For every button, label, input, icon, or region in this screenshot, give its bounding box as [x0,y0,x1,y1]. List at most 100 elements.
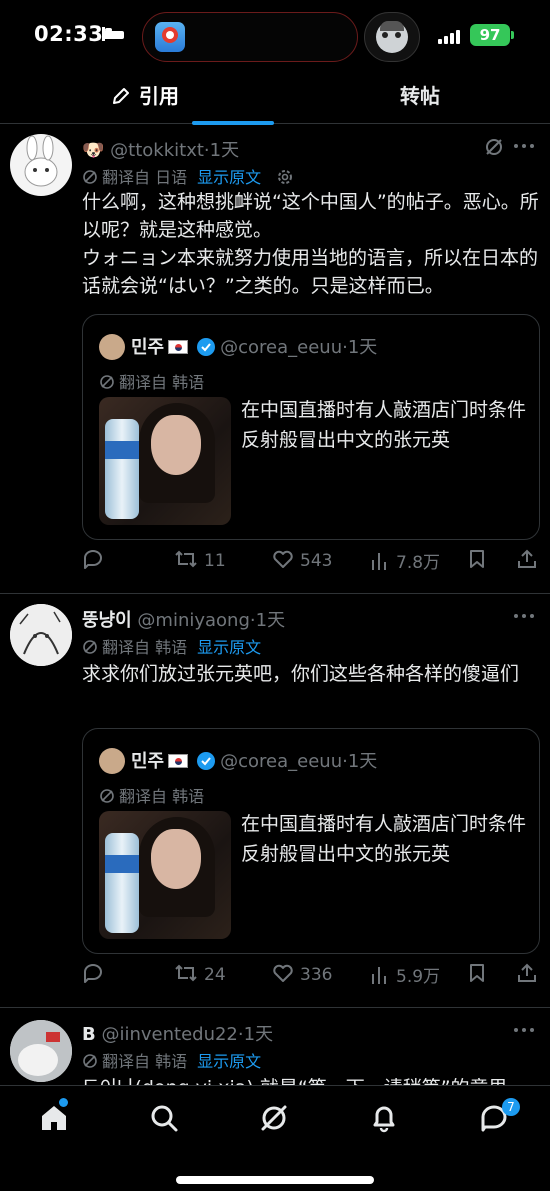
view-count: 5.9万 [396,967,441,987]
bookmark-button[interactable] [467,548,487,578]
bookmark-button[interactable] [467,962,487,992]
tweet-paragraph: 됴이나(dong yi xia) 就是“等一下，请稍等”的意思 [82,1074,540,1085]
tweet-paragraph: ウォニョン本来就努力使用当地的语言，所以在日本的话就会说“はい？”之类的。只是这… [82,247,539,297]
tweet[interactable]: 🐶 @ttokkitxt·1天 翻译自 日语 显示原文 什么啊，这种想挑衅说“这个… [0,124,550,594]
quoted-tweet-card[interactable]: 민주 @corea_eeuu·1天 翻译自 韩语 在中国直播时有人敲酒店门时条件反… [82,728,540,954]
video-thumbnail[interactable] [99,397,231,525]
share-button[interactable] [516,962,538,992]
cat-avatar-icon[interactable] [364,12,420,62]
reply-button[interactable] [82,548,104,578]
user-handle[interactable]: @iinventedu22 [101,1024,237,1045]
tweet[interactable]: B @iinventedu22·1天 翻译自 韩语显示原文 됴이나(dong y… [0,1008,550,1085]
grok-icon[interactable] [484,137,504,157]
settings-gear-icon[interactable] [276,168,294,186]
quoted-text: 在中国直播时有人敲酒店门时条件反射般冒出中文的张元英 [241,813,527,865]
like-count: 543 [300,551,333,571]
quote-repost-tabs: 引用 转帖 [0,72,550,125]
quoted-avatar [99,334,125,360]
more-options-icon[interactable] [514,1028,536,1034]
display-name[interactable]: 뚱냥이 [82,610,132,631]
tweet-paragraph: 求求你们放过张元英吧，你们这些各种各样的傻逼们 [82,663,520,685]
tab-reposts[interactable]: 转帖 [370,72,470,124]
reply-icon [84,550,102,569]
retweet-count: 24 [204,965,226,985]
translation-line: 翻译自 韩语 显示原文 [82,634,261,658]
tweet[interactable]: 뚱냥이 @miniyaong·1天 翻译自 韩语 显示原文 求求你们放过张元英吧，… [0,594,550,1008]
tweet-actions: 11 543 7.8万 [82,548,540,578]
more-options-icon[interactable] [514,144,536,150]
home-indicator[interactable] [176,1176,374,1184]
more-options-icon[interactable] [514,614,536,620]
retweet-count: 11 [204,551,226,571]
tweet-paragraph: 什么啊，这种想挑衅说“这个中国人”的帖子。恶心。所以呢？就是这种感觉。 [82,191,539,241]
quoted-display-name: 민주 [131,337,165,358]
tweet-header: 뚱냥이 @miniyaong·1天 [82,606,285,632]
tweet-header: B @iinventedu22·1天 [82,1020,273,1046]
show-original-link[interactable]: 显示原文 [197,168,261,187]
share-button[interactable] [516,548,538,578]
quoted-translation-line: 翻译自 韩语 [99,783,204,807]
reply-icon [84,964,102,983]
search-icon[interactable] [148,1102,180,1134]
bottom-tab-bar: 7 [0,1085,550,1191]
verified-badge-icon [197,338,216,356]
quoted-header: 민주 @corea_eeuu·1天 [99,747,377,774]
show-original-link[interactable]: 显示原文 [197,638,261,657]
home-icon[interactable] [38,1102,70,1134]
display-name[interactable]: 🐶 [82,140,104,161]
avatar[interactable] [10,1020,72,1082]
like-button[interactable]: 336 [272,962,332,992]
reply-button[interactable] [82,962,104,992]
retweet-icon [175,550,197,568]
grok-nav-icon[interactable] [258,1102,290,1134]
dynamic-island[interactable] [142,12,358,62]
bell-icon[interactable] [368,1102,400,1134]
quoted-tweet-card[interactable]: 민주 @corea_eeuu·1天 翻译自 韩语 在中国直播时有人敲酒店门时条件反… [82,314,540,540]
view-count: 7.8万 [396,553,441,573]
tweet-actions: 24 336 5.9万 [82,962,540,992]
quoted-translation-line: 翻译自 韩语 [99,369,204,393]
tweet-time: ·1天 [237,1024,274,1045]
views-button[interactable]: 7.8万 [370,548,440,578]
translation-line: 翻译自 韩语 显示原文 [82,1048,261,1072]
translate-icon [83,170,97,184]
quoted-handle: @corea_eeuu [220,337,343,358]
battery-indicator: 97 [470,24,514,46]
translate-icon [100,375,114,389]
quoted-handle: @corea_eeuu [220,751,343,772]
tweet-text: 求求你们放过张元英吧，你们这些各种各样的傻逼们 [82,660,540,688]
translate-icon [100,789,114,803]
views-button[interactable]: 5.9万 [370,962,440,992]
sleep-focus-icon [102,27,124,41]
avatar[interactable] [10,604,72,666]
quoted-translated-from: 翻译自 韩语 [119,787,205,806]
messages-badge: 7 [502,1098,520,1116]
live-activity-app-icon [155,22,185,52]
quoted-time: ·1天 [342,337,378,358]
show-original-link[interactable]: 显示原文 [197,1052,261,1071]
display-name[interactable]: B [82,1024,96,1045]
korea-flag-icon [168,754,189,768]
like-button[interactable]: 543 [272,548,332,578]
bookmark-icon [470,550,484,568]
share-icon [518,549,536,568]
translate-icon [83,1054,97,1068]
korea-flag-icon [168,340,189,354]
quoted-translated-from: 翻译自 韩语 [119,373,205,392]
status-time: 02:33 [34,22,104,46]
user-handle[interactable]: @ttokkitxt [110,140,204,161]
views-icon [372,967,386,984]
tab-quotes[interactable]: 引用 [90,72,274,125]
tab-quotes-label: 引用 [139,84,179,108]
retweet-button[interactable]: 11 [174,548,226,578]
translated-from: 翻译自 韩语 [102,1052,188,1071]
views-icon [372,553,386,570]
tweet-text: 됴이나(dong yi xia) 就是“等一下，请稍等”的意思 [82,1074,540,1085]
user-handle[interactable]: @miniyaong [137,610,249,631]
retweet-button[interactable]: 24 [174,962,226,992]
retweet-icon [175,964,197,982]
avatar[interactable] [10,134,72,196]
video-thumbnail[interactable] [99,811,231,939]
tweet-text: 什么啊，这种想挑衅说“这个中国人”的帖子。恶心。所以呢？就是这种感觉。 ウォニョ… [82,188,540,300]
translated-from: 翻译自 韩语 [102,638,188,657]
